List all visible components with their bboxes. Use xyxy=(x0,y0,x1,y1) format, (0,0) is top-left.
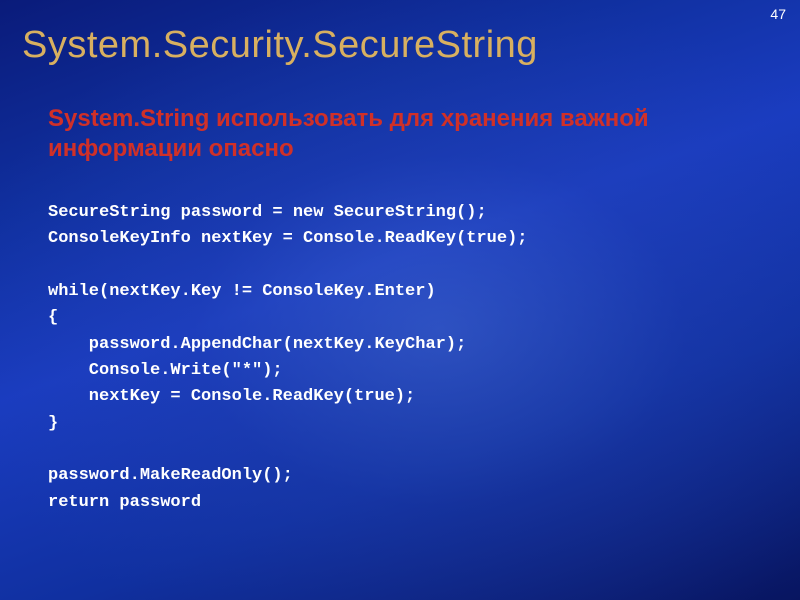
slide: 47 System.Security.SecureString System.S… xyxy=(0,0,800,600)
slide-title: System.Security.SecureString xyxy=(22,24,538,67)
slide-subtitle: System.String использовать для хранения … xyxy=(48,104,760,164)
page-number: 47 xyxy=(770,6,786,22)
code-block: SecureString password = new SecureString… xyxy=(48,200,760,516)
